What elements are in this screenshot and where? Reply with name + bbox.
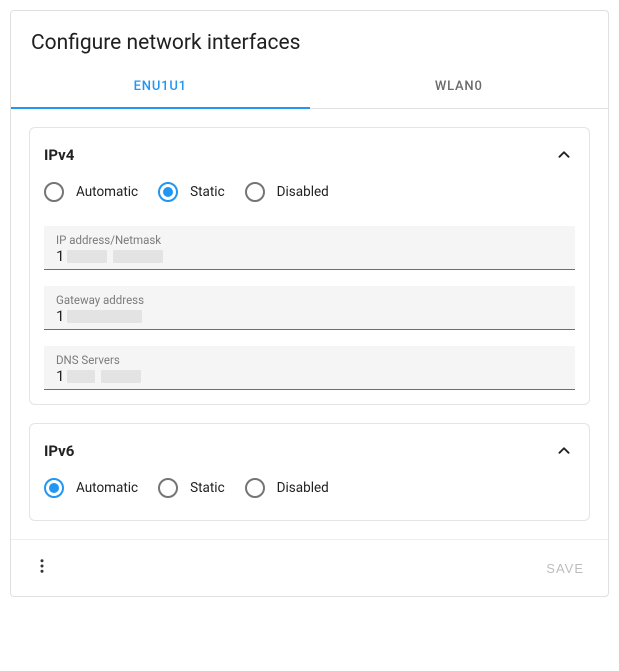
ipv6-radio-automatic[interactable]: Automatic	[44, 478, 138, 498]
value-prefix: 1	[56, 247, 64, 265]
save-button[interactable]: SAVE	[546, 561, 584, 576]
field-value: 1	[56, 247, 563, 265]
network-config-card: Configure network interfaces ENU1U1 WLAN…	[10, 10, 609, 597]
ipv4-radio-automatic[interactable]: Automatic	[44, 182, 138, 202]
radio-label: Static	[190, 184, 225, 200]
ipv4-mode-group: Automatic Static Disabled	[44, 178, 575, 210]
more-vert-icon[interactable]	[29, 553, 55, 583]
interface-tabs: ENU1U1 WLAN0	[11, 65, 608, 109]
ipv4-radio-static[interactable]: Static	[158, 182, 225, 202]
page-title: Configure network interfaces	[11, 11, 608, 65]
radio-label: Automatic	[76, 184, 138, 200]
value-prefix: 1	[56, 367, 64, 385]
ip-address-field[interactable]: IP address/Netmask 1	[44, 226, 575, 270]
field-label: DNS Servers	[56, 353, 563, 367]
ipv6-header[interactable]: IPv6	[44, 440, 575, 462]
tab-label: WLAN0	[435, 79, 483, 94]
ipv6-mode-group: Automatic Static Disabled	[44, 474, 575, 506]
redacted-text	[67, 310, 142, 323]
ipv4-radio-disabled[interactable]: Disabled	[245, 182, 329, 202]
radio-icon	[245, 182, 265, 202]
field-value: 1	[56, 307, 563, 325]
ipv6-radio-disabled[interactable]: Disabled	[245, 478, 329, 498]
radio-icon	[44, 478, 64, 498]
dns-field[interactable]: DNS Servers 1	[44, 346, 575, 390]
radio-label: Static	[190, 480, 225, 496]
tab-label: ENU1U1	[134, 79, 187, 94]
tab-enu1u1[interactable]: ENU1U1	[11, 65, 310, 108]
redacted-text	[67, 250, 107, 263]
value-prefix: 1	[56, 307, 64, 325]
ipv4-header[interactable]: IPv4	[44, 144, 575, 166]
radio-label: Disabled	[277, 184, 329, 200]
card-footer: SAVE	[11, 539, 608, 596]
redacted-text	[67, 370, 95, 383]
chevron-up-icon	[553, 440, 575, 462]
radio-icon	[44, 182, 64, 202]
field-label: Gateway address	[56, 293, 563, 307]
radio-label: Disabled	[277, 480, 329, 496]
gateway-field[interactable]: Gateway address 1	[44, 286, 575, 330]
radio-icon	[158, 182, 178, 202]
radio-icon	[245, 478, 265, 498]
field-value: 1	[56, 367, 563, 385]
ipv4-section: IPv4 Automatic Static Disabled IP addres…	[29, 127, 590, 405]
ipv6-section: IPv6 Automatic Static Disabled	[29, 423, 590, 521]
ipv6-radio-static[interactable]: Static	[158, 478, 225, 498]
redacted-text	[113, 250, 163, 263]
radio-label: Automatic	[76, 480, 138, 496]
redacted-text	[101, 370, 141, 383]
radio-icon	[158, 478, 178, 498]
ipv6-title: IPv6	[44, 442, 74, 460]
field-label: IP address/Netmask	[56, 233, 563, 247]
tab-wlan0[interactable]: WLAN0	[310, 65, 609, 108]
chevron-up-icon	[553, 144, 575, 166]
ipv4-title: IPv4	[44, 146, 74, 164]
